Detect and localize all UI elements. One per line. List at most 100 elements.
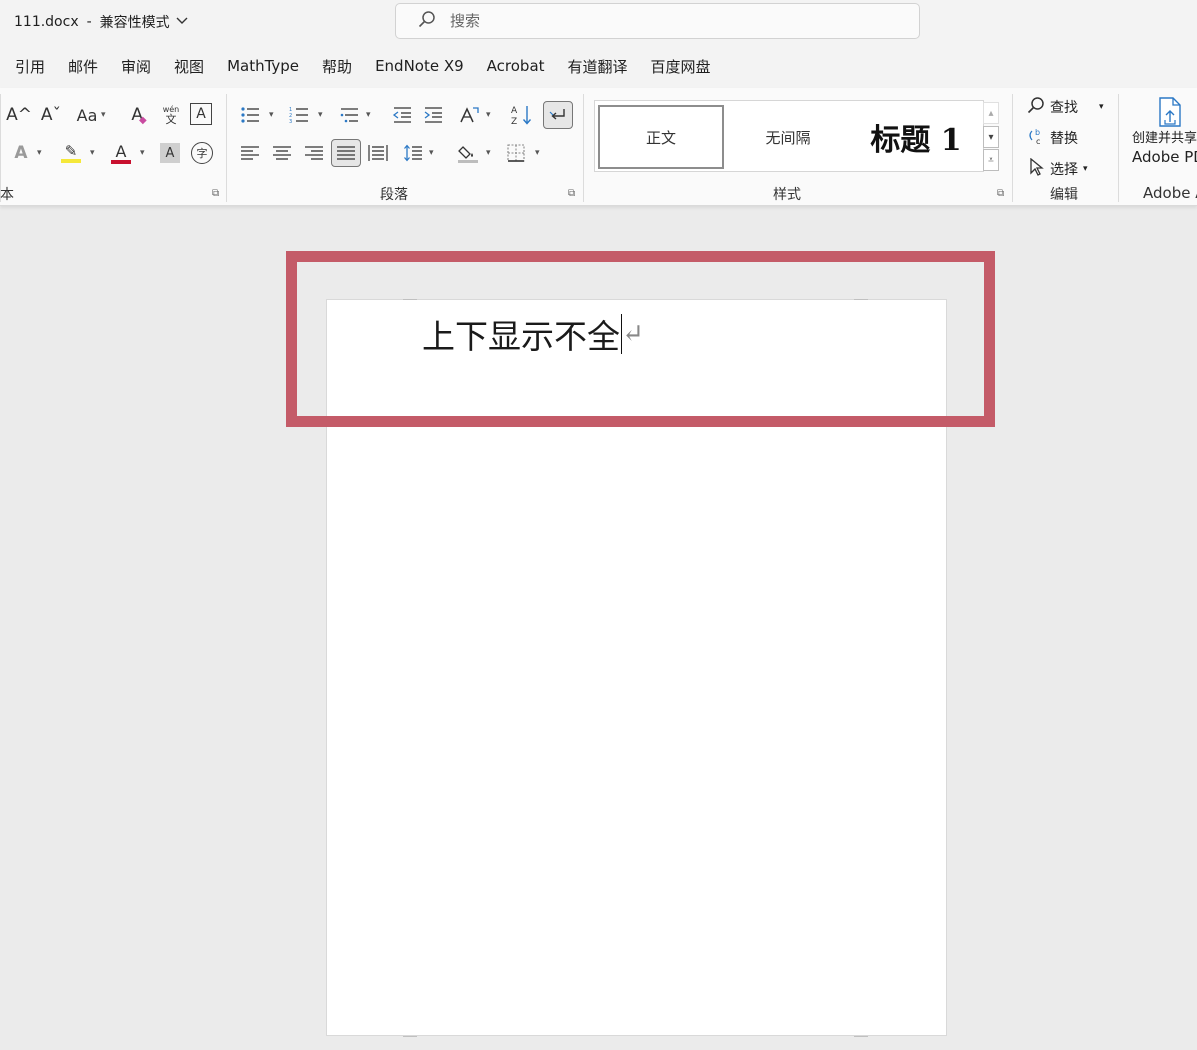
chevron-down-icon[interactable]: ▾ xyxy=(486,110,491,120)
search-box[interactable] xyxy=(395,3,920,39)
font-color-button[interactable]: A xyxy=(108,140,134,166)
borders-icon[interactable] xyxy=(504,140,528,166)
select-button[interactable]: 选择 ▾ xyxy=(1027,157,1088,180)
create-share-pdf-button[interactable]: 创建并共享 Adobe PDF xyxy=(1132,96,1197,166)
cursor-arrow-icon xyxy=(1027,157,1045,180)
decrease-indent-icon[interactable] xyxy=(390,102,414,128)
distributed-icon[interactable] xyxy=(366,140,390,166)
margin-corner-mark xyxy=(854,1023,868,1037)
svg-text:Z: Z xyxy=(511,117,517,126)
text-effects-button[interactable]: A xyxy=(8,140,34,166)
chevron-down-icon[interactable]: ▾ xyxy=(429,148,434,158)
tab-references[interactable]: 引用 xyxy=(15,56,45,77)
document-page[interactable]: 上下显示不全 ↵ xyxy=(326,299,947,1037)
paragraph-mark: ↵ xyxy=(622,319,644,349)
tab-mathtype[interactable]: MathType xyxy=(227,57,299,75)
chevron-down-icon[interactable]: ▾ xyxy=(90,148,95,158)
paint-bucket-icon xyxy=(458,145,473,159)
show-paragraph-marks-button[interactable] xyxy=(543,101,573,129)
tab-help[interactable]: 帮助 xyxy=(322,56,352,77)
font-group-label: 本 xyxy=(0,187,14,203)
find-button[interactable]: 查找 ▾ xyxy=(1027,96,1104,118)
increase-indent-icon[interactable] xyxy=(421,102,445,128)
chevron-down-icon[interactable]: ▾ xyxy=(366,110,371,120)
bullets-icon[interactable] xyxy=(238,102,262,128)
tab-acrobat[interactable]: Acrobat xyxy=(487,57,545,75)
justify-icon xyxy=(337,146,355,160)
margin-corner-mark xyxy=(854,299,868,313)
chevron-down-icon[interactable]: ▾ xyxy=(140,148,145,158)
margin-corner-mark xyxy=(403,299,417,313)
separator xyxy=(1118,94,1119,202)
search-icon xyxy=(1027,96,1045,118)
grow-font-button[interactable]: A^ xyxy=(6,102,32,128)
document-title[interactable]: 111.docx - 兼容性模式 xyxy=(14,12,188,32)
tab-youdao[interactable]: 有道翻译 xyxy=(568,56,628,77)
chevron-down-icon[interactable]: ▾ xyxy=(37,148,42,158)
svg-text:c: c xyxy=(1036,137,1040,145)
chevron-down-icon[interactable]: ▾ xyxy=(535,148,540,158)
character-border-button[interactable]: A xyxy=(190,103,212,125)
change-case-button[interactable]: Aa xyxy=(74,102,100,128)
tab-view[interactable]: 视图 xyxy=(174,56,204,77)
filename: 111.docx xyxy=(14,14,79,30)
phonetic-guide-button[interactable]: wén 文 xyxy=(158,102,184,128)
tab-baidu-netdisk[interactable]: 百度网盘 xyxy=(651,56,711,77)
title-bar: 111.docx - 兼容性模式 xyxy=(0,0,1197,44)
svg-text:3: 3 xyxy=(289,119,292,124)
gallery-scroll-up-icon[interactable]: ▴ xyxy=(983,102,999,124)
eraser-icon: ◆ xyxy=(138,114,147,126)
chinese-layout-icon[interactable] xyxy=(456,102,482,128)
shading-button[interactable] xyxy=(455,140,481,166)
document-text-line[interactable]: 上下显示不全 ↵ xyxy=(422,310,644,358)
enclose-characters-button[interactable]: 字 xyxy=(191,142,213,164)
svg-text:A: A xyxy=(511,106,518,116)
highlighter-icon: ✎ xyxy=(64,142,78,160)
pdf-share-icon xyxy=(1158,96,1197,130)
align-left-icon[interactable] xyxy=(238,140,262,166)
align-right-icon[interactable] xyxy=(302,140,326,166)
multilevel-list-icon[interactable] xyxy=(337,102,361,128)
numbering-icon[interactable]: 123 xyxy=(287,102,311,128)
svg-text:b: b xyxy=(1035,128,1040,137)
gallery-scroll-down-icon[interactable]: ▾ xyxy=(983,126,999,148)
chevron-down-icon[interactable]: ▾ xyxy=(269,110,274,120)
search-input[interactable] xyxy=(450,12,870,30)
search-icon xyxy=(418,10,436,32)
style-heading-1[interactable]: 标题 1 xyxy=(851,105,981,169)
tab-mailings[interactable]: 邮件 xyxy=(68,56,98,77)
document-text: 上下显示不全 xyxy=(422,317,620,356)
paragraph-group-label: 段落 xyxy=(380,187,408,203)
styles-gallery: 正文 无间隔 标题 1 xyxy=(594,100,984,172)
separator xyxy=(226,94,227,202)
chevron-down-icon[interactable]: ▾ xyxy=(318,110,323,120)
chevron-down-icon[interactable] xyxy=(176,17,188,28)
sort-icon[interactable]: AZ xyxy=(509,102,535,128)
styles-dialog-launcher-icon[interactable]: ⧉ xyxy=(997,188,1004,199)
justify-button[interactable] xyxy=(331,139,361,167)
replace-button[interactable]: bc 替换 xyxy=(1027,127,1078,149)
tab-endnote[interactable]: EndNote X9 xyxy=(375,57,464,75)
chevron-down-icon[interactable]: ▾ xyxy=(1099,102,1104,112)
align-center-icon[interactable] xyxy=(270,140,294,166)
margin-corner-mark xyxy=(403,1023,417,1037)
shading-swatch xyxy=(458,159,478,163)
separator xyxy=(1012,94,1013,202)
paragraph-dialog-launcher-icon[interactable]: ⧉ xyxy=(568,188,575,199)
font-color-swatch xyxy=(111,159,131,164)
line-spacing-icon[interactable] xyxy=(401,140,425,166)
chevron-down-icon[interactable]: ▾ xyxy=(486,148,491,158)
font-dialog-launcher-icon[interactable]: ⧉ xyxy=(212,188,219,199)
chevron-down-icon[interactable]: ▾ xyxy=(101,110,106,120)
gallery-more-icon[interactable]: ⩡ xyxy=(983,149,999,171)
highlight-color-button[interactable]: ✎ xyxy=(58,140,84,166)
chevron-down-icon[interactable]: ▾ xyxy=(1083,164,1088,174)
shrink-font-button[interactable]: Aˇ xyxy=(38,102,64,128)
editing-group-label: 编辑 xyxy=(1050,187,1078,203)
style-normal[interactable]: 正文 xyxy=(598,105,724,169)
styles-group-label: 样式 xyxy=(773,187,801,203)
tab-review[interactable]: 审阅 xyxy=(121,56,151,77)
character-shading-button[interactable]: A xyxy=(160,143,180,163)
clear-formatting-button[interactable]: A ◆ xyxy=(126,102,152,128)
style-no-spacing[interactable]: 无间隔 xyxy=(728,105,848,169)
